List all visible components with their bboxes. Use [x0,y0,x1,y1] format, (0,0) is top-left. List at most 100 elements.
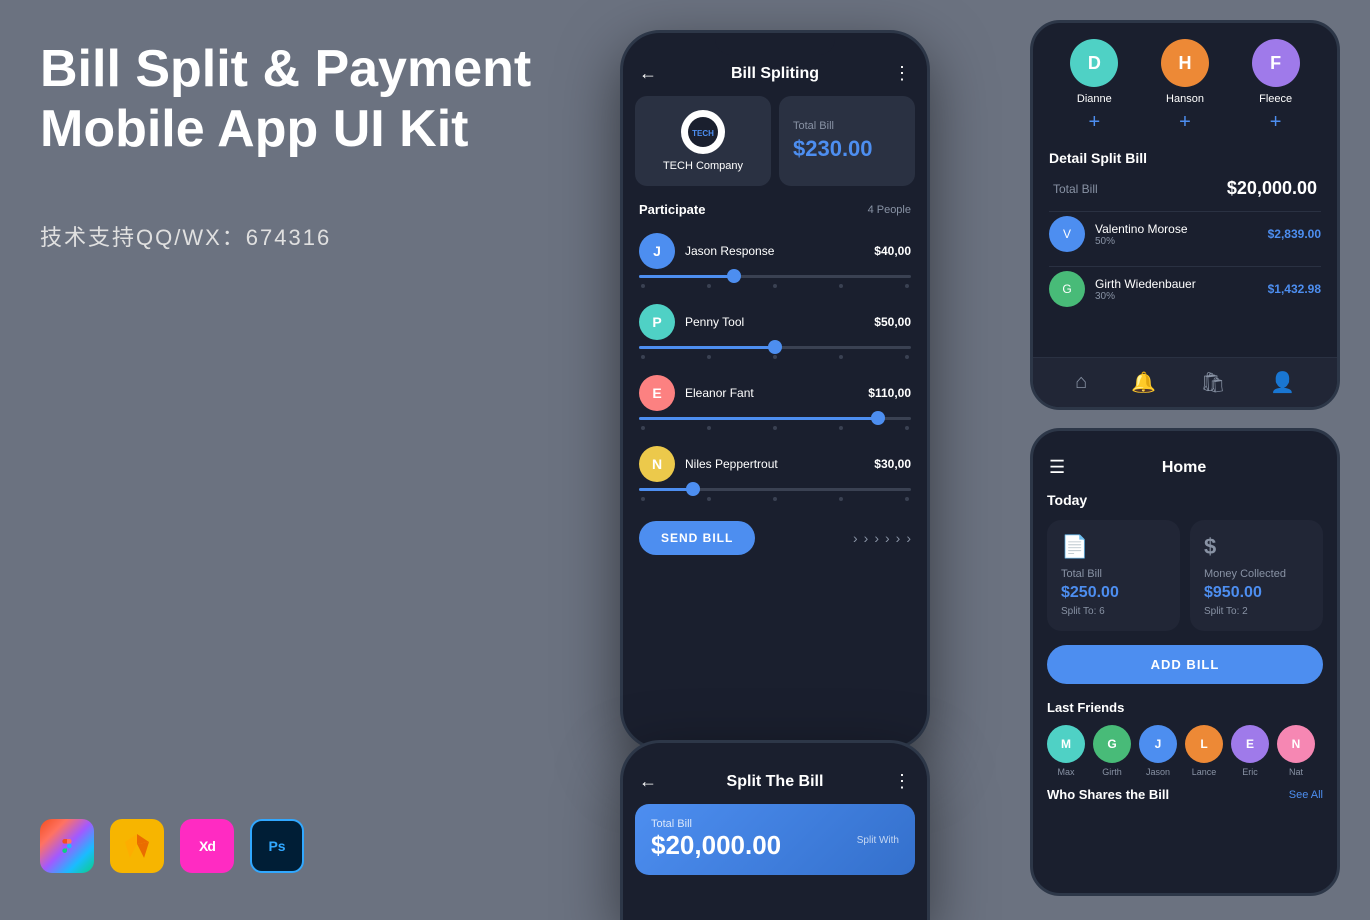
slider-dot [839,284,843,288]
phone2-card-right: Split With [857,833,899,846]
slider-dot [707,426,711,430]
person-row: P Penny Tool $50,00 [623,298,927,369]
lf-name: Max [1057,767,1074,777]
document-icon: 📄 [1061,534,1166,560]
total-bill-card: Total Bill $230.00 [779,96,915,186]
split-pct: 30% [1095,291,1258,302]
home-header: ☰ Home [1033,431,1337,492]
slider-track[interactable] [639,275,911,278]
page-arrow[interactable]: › [896,530,901,546]
page-arrow[interactable]: › [906,530,911,546]
friend-avatar: H [1161,39,1209,87]
person-left: J Jason Response [639,233,774,269]
pagination: › › › › › › [765,530,911,546]
page-arrow[interactable]: › [874,530,879,546]
lf-item: L Lance [1185,725,1223,777]
slider-fill [639,417,878,420]
friend-avatar: F [1252,39,1300,87]
person-name: Niles Peppertrout [685,457,778,471]
home-nav-icon[interactable]: ⌂ [1075,371,1087,394]
phone1-title: Bill Spliting [731,65,819,83]
participate-label: Participate [639,202,705,217]
today-label: Today [1047,492,1323,508]
lf-item: J Jason [1139,725,1177,777]
add-friend-icon[interactable]: + [1270,111,1282,134]
split-amount: $1,432.98 [1268,282,1321,296]
home-title: Home [1162,459,1206,477]
slider-dot [905,426,909,430]
person-row: N Niles Peppertrout $30,00 [623,440,927,511]
slider-thumb[interactable] [686,482,700,496]
person-split-row: V Valentino Morose 50% $2,839.00 [1049,211,1321,256]
more-options-icon[interactable]: ⋮ [893,63,911,84]
lf-name: Girth [1102,767,1122,777]
add-friend-icon[interactable]: + [1088,111,1100,134]
ps-icon: Ps [250,819,304,873]
lf-avatar: N [1277,725,1315,763]
slider-thumb[interactable] [727,269,741,283]
page-arrow[interactable]: › [853,530,858,546]
split-avatar: V [1049,216,1085,252]
company-card: TECH TECH Company [635,96,771,186]
slider-fill [639,488,693,491]
money-collected-card: $ Money Collected $950.00 Split To: 2 [1190,520,1323,631]
xd-icon: Xd [180,819,234,873]
bell-nav-icon[interactable]: 🔔 [1131,370,1156,395]
see-all-button[interactable]: See All [1289,789,1323,801]
person-left: N Niles Peppertrout [639,446,778,482]
friend-name: Hanson [1166,93,1204,105]
avatar: E [639,375,675,411]
participate-header: Participate 4 People [623,202,927,227]
detail-split-title: Detail Split Bill [1049,150,1321,166]
right-top-panel: D Dianne + H Hanson + F Fleece + Detail … [1030,20,1340,410]
slider-track[interactable] [639,346,911,349]
slider-thumb[interactable] [871,411,885,425]
right-bottom-panel: ☰ Home Today 📄 Total Bill $250.00 Split … [1030,428,1340,896]
person-info: E Eleanor Fant $110,00 [639,375,911,411]
lf-item: G Girth [1093,725,1131,777]
shop-nav-icon[interactable]: 🛍 [1200,370,1225,395]
avatar: N [639,446,675,482]
slider-track[interactable] [639,488,911,491]
back-arrow-icon[interactable]: ← [639,63,657,84]
phone1-footer: SEND BILL › › › › › › [623,511,927,565]
person-amount: $40,00 [874,244,911,258]
phone-notch [715,33,835,55]
lf-name: Jason [1146,767,1170,777]
split-pct: 50% [1095,236,1258,247]
phone-1-mockup: ← Bill Spliting ⋮ TECH TECH Company Tota… [620,30,930,750]
add-friend-icon[interactable]: + [1179,111,1191,134]
more-options-icon[interactable]: ⋮ [893,771,911,792]
lf-avatar: J [1139,725,1177,763]
split-amount: $2,839.00 [1268,227,1321,241]
total-bill-card: 📄 Total Bill $250.00 Split To: 6 [1047,520,1180,631]
phone-2-mockup: ← Split The Bill ⋮ Total Bill $20,000.00… [620,740,930,920]
slider-dot [773,497,777,501]
slider-dot [773,284,777,288]
today-cards: 📄 Total Bill $250.00 Split To: 6 $ Money… [1047,520,1323,631]
page-arrow[interactable]: › [864,530,869,546]
person-info: J Jason Response $40,00 [639,233,911,269]
person-split-row: G Girth Wiedenbauer 30% $1,432.98 [1049,266,1321,311]
slider-dots [639,284,911,288]
tool-icons: Xd Ps [40,819,304,873]
page-arrow[interactable]: › [885,530,890,546]
company-name: TECH Company [663,160,743,172]
menu-icon[interactable]: ☰ [1049,457,1065,478]
slider-dot [773,355,777,359]
add-bill-button[interactable]: ADD BILL [1047,645,1323,684]
card-title: Money Collected [1204,568,1309,580]
split-name: Girth Wiedenbauer [1095,277,1258,291]
send-bill-button[interactable]: SEND BILL [639,521,755,555]
profile-nav-icon[interactable]: 👤 [1270,370,1295,395]
phone2-header: ← Split The Bill ⋮ [623,743,927,804]
total-bill-label: Total Bill [793,120,901,132]
home-content: Today 📄 Total Bill $250.00 Split To: 6 $… [1033,492,1337,777]
figma-icon [40,819,94,873]
slider-dot [641,497,645,501]
svg-text:TECH: TECH [692,129,714,138]
slider-thumb[interactable] [768,340,782,354]
slider-track[interactable] [639,417,911,420]
slider-fill [639,275,734,278]
back-arrow-icon[interactable]: ← [639,771,657,792]
